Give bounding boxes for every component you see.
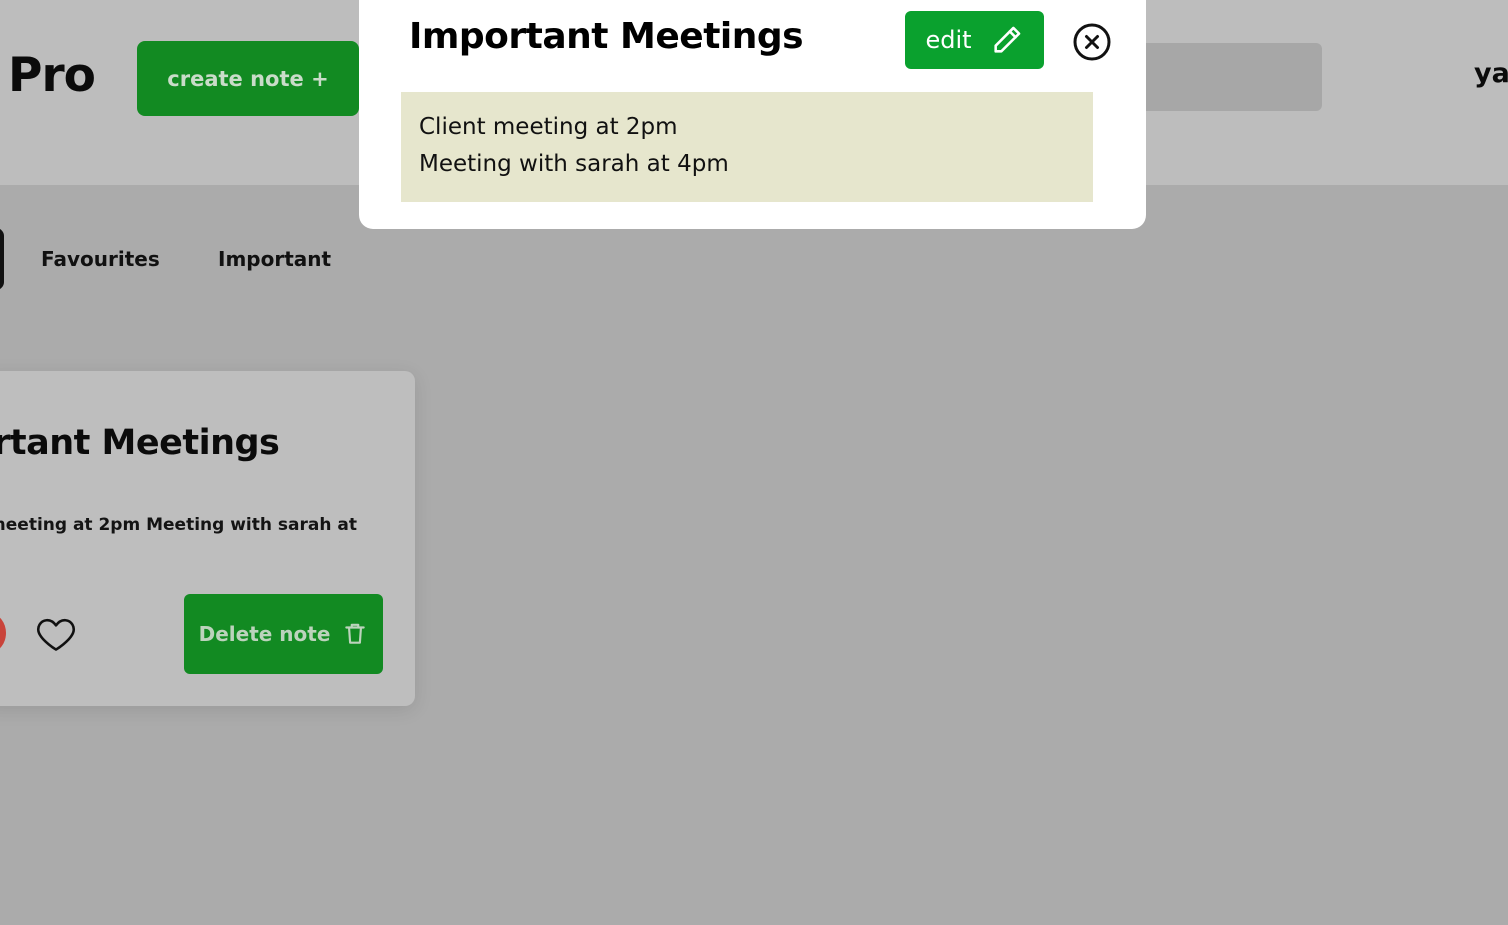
note-modal: Important Meetings edit Client meeting a… (359, 0, 1146, 229)
tab-favourites[interactable]: Favourites (41, 247, 160, 271)
modal-title: Important Meetings (409, 16, 804, 57)
note-card-preview: t meeting at 2pm Meeting with sarah at (0, 515, 357, 535)
edit-button[interactable]: edit (905, 11, 1044, 69)
tab-important[interactable]: Important (218, 247, 331, 271)
user-name[interactable]: ya (1474, 58, 1508, 89)
heart-outline-icon[interactable] (34, 612, 78, 656)
note-card-title: portant Meetings (0, 423, 280, 463)
note-card[interactable]: portant Meetings t meeting at 2pm Meetin… (0, 371, 415, 706)
note-content-line: Client meeting at 2pm (419, 114, 678, 140)
delete-note-button[interactable]: Delete note (184, 594, 383, 674)
close-circle-icon[interactable] (1072, 22, 1112, 62)
priority-indicator[interactable] (0, 614, 6, 652)
search-input[interactable] (1120, 43, 1322, 111)
tab-all-active[interactable] (0, 228, 4, 290)
delete-note-label: Delete note (198, 622, 331, 646)
note-content-line: Meeting with sarah at 4pm (419, 151, 729, 177)
trash-icon (345, 623, 366, 644)
create-note-button[interactable]: create note + (137, 41, 359, 116)
pencil-icon (993, 26, 1020, 53)
note-content: Client meeting at 2pm Meeting with sarah… (401, 92, 1093, 202)
edit-label: edit (925, 26, 972, 54)
app-brand: Pro (8, 48, 96, 103)
